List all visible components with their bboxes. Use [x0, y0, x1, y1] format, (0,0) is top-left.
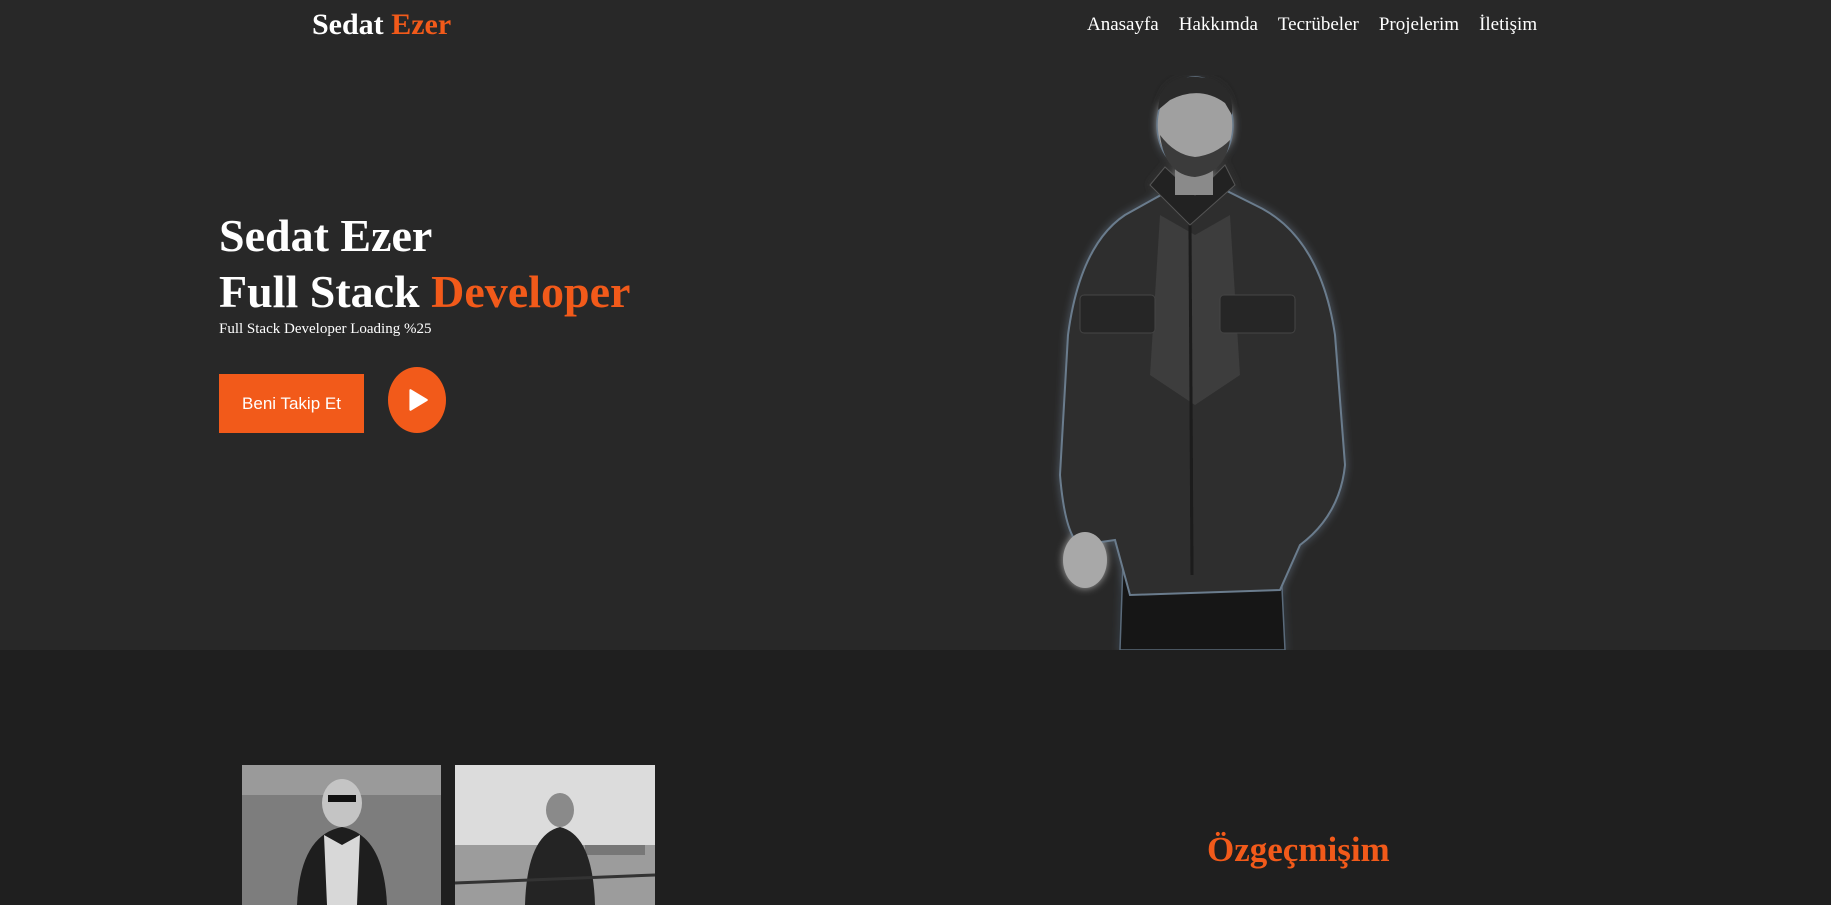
logo-first-name: Sedat: [312, 8, 384, 41]
profile-portrait: [1058, 76, 1347, 650]
play-button[interactable]: [388, 367, 446, 433]
follow-button[interactable]: Beni Takip Et: [219, 374, 364, 433]
play-icon: [409, 389, 428, 411]
about-photo-2: [455, 765, 655, 905]
nav-projects[interactable]: Projelerim: [1379, 14, 1459, 36]
hero-name: Sedat Ezer: [219, 210, 433, 261]
nav-experience[interactable]: Tecrübeler: [1278, 14, 1359, 36]
cv-section-title: Özgeçmişim: [1207, 830, 1390, 869]
hero-role-accent: Developer: [431, 266, 631, 317]
hero-section: Sedat Ezer Anasayfa Hakkımda Tecrübeler …: [0, 0, 1831, 650]
site-logo[interactable]: Sedat Ezer: [312, 8, 451, 42]
hero-text: Sedat Ezer Full Stack Developer Full Sta…: [219, 208, 630, 338]
nav-home[interactable]: Anasayfa: [1087, 14, 1159, 36]
logo-last-name: Ezer: [391, 8, 452, 41]
nav-contact[interactable]: İletişim: [1479, 14, 1537, 36]
hero-subtitle: Full Stack Developer Loading %25: [219, 321, 432, 337]
hero-role: Full Stack Developer: [219, 264, 630, 320]
nav-about[interactable]: Hakkımda: [1179, 14, 1258, 36]
hero-role-prefix: Full Stack: [219, 266, 420, 317]
about-photo-1: [242, 765, 441, 905]
main-nav: Anasayfa Hakkımda Tecrübeler Projelerim …: [1087, 14, 1537, 36]
